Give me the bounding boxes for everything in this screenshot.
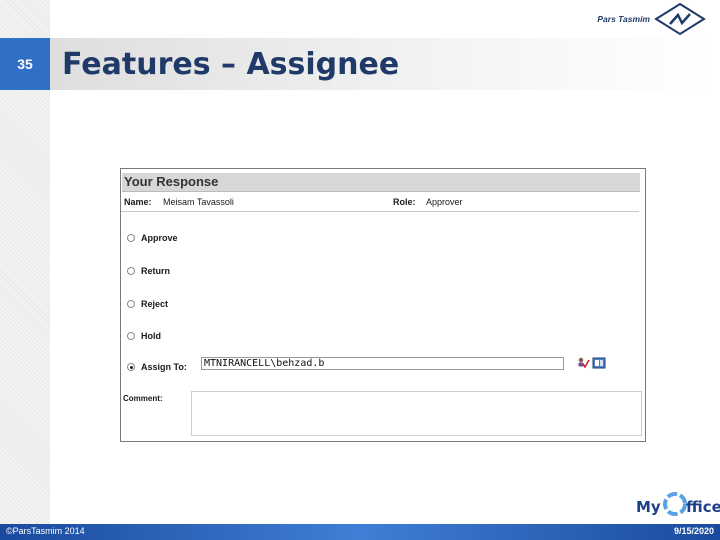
assign-to-input[interactable]: MTNIRANCELL\behzad.b	[201, 357, 564, 370]
assign-to-radio[interactable]	[127, 363, 135, 371]
reject-radio[interactable]	[127, 300, 135, 308]
brand-diamond-icon	[654, 2, 706, 36]
comment-textarea[interactable]	[191, 391, 642, 436]
reject-label: Reject	[141, 299, 169, 309]
hold-label: Hold	[141, 331, 161, 341]
assign-to-label: Assign To:	[141, 362, 187, 372]
approve-label: Approve	[141, 233, 178, 243]
assign-tools	[577, 357, 606, 369]
slide-title: Features – Assignee	[62, 46, 400, 82]
return-radio[interactable]	[127, 267, 135, 275]
logo-text-right: ffice	[686, 498, 720, 516]
logo-text-left: My	[636, 498, 661, 516]
myoffice-logo: My ffice	[636, 490, 720, 522]
slide-number: 35	[0, 38, 50, 90]
option-assign-to[interactable]: Assign To:	[127, 360, 187, 374]
info-row: Name: Meisam Tavassoli Role: Approver	[121, 195, 639, 212]
brand-name: Pars Tasmim	[597, 14, 650, 24]
check-names-icon[interactable]	[577, 357, 590, 369]
option-approve[interactable]: Approve	[127, 231, 178, 245]
panel-header: Your Response	[122, 173, 640, 192]
brand-logo: Pars Tasmim	[597, 2, 706, 36]
name-value: Meisam Tavassoli	[163, 197, 234, 207]
comment-label: Comment:	[123, 394, 163, 403]
role-value: Approver	[426, 197, 463, 207]
option-hold[interactable]: Hold	[127, 329, 161, 343]
option-reject[interactable]: Reject	[127, 297, 168, 311]
footer-bar: ©ParsTasmim 2014 9/15/2020	[0, 524, 720, 540]
address-book-icon[interactable]	[592, 357, 606, 369]
role-label: Role:	[393, 197, 416, 207]
footer-copyright: ©ParsTasmim 2014	[6, 526, 85, 536]
hold-radio[interactable]	[127, 332, 135, 340]
office-ring-icon	[663, 492, 687, 516]
response-panel: Your Response Name: Meisam Tavassoli Rol…	[120, 168, 646, 442]
approve-radio[interactable]	[127, 234, 135, 242]
name-label: Name:	[124, 197, 152, 207]
option-return[interactable]: Return	[127, 264, 170, 278]
return-label: Return	[141, 266, 170, 276]
footer-date: 9/15/2020	[673, 526, 714, 536]
